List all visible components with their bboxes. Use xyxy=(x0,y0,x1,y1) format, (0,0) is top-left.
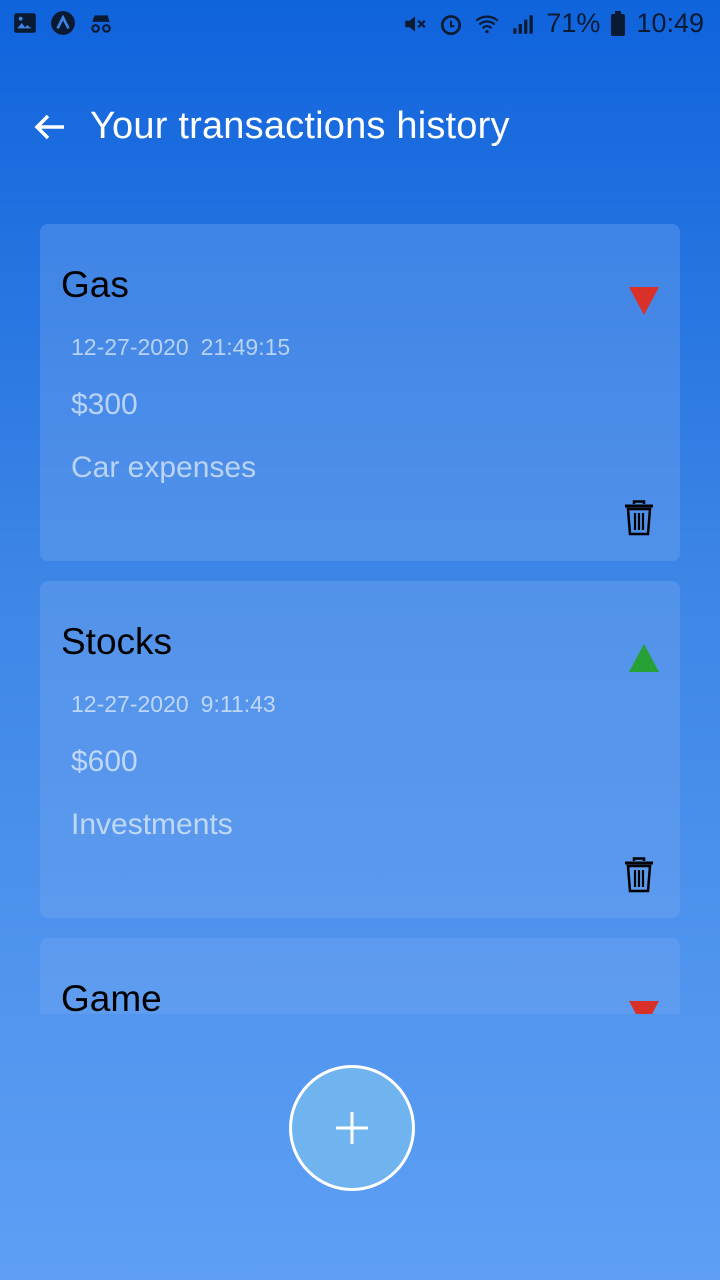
signal-icon xyxy=(513,14,534,34)
up-arrow-icon xyxy=(629,644,659,672)
transaction-time: 21:49:15 xyxy=(200,334,291,360)
battery-icon xyxy=(611,10,626,36)
alarm-icon xyxy=(441,14,462,35)
status-bar: 71% 10:49 xyxy=(0,0,720,50)
transaction-category: Investments xyxy=(71,808,233,841)
transaction-datetime: 12-27-2020 21:49:15 xyxy=(71,334,302,361)
transaction-name: Stocks xyxy=(61,621,173,662)
transaction-name: Gas xyxy=(61,264,129,305)
transaction-time: 9:11:43 xyxy=(200,691,276,717)
wifi-icon xyxy=(475,15,499,33)
mute-icon xyxy=(405,15,426,32)
battery-percent: 71% xyxy=(546,8,601,38)
incognito-icon xyxy=(91,15,111,33)
down-arrow-icon xyxy=(629,1001,659,1014)
page-title: Your transactions history xyxy=(90,105,510,147)
gallery-icon xyxy=(14,13,36,33)
clock: 10:49 xyxy=(636,8,704,38)
transaction-amount: $300 xyxy=(71,388,138,421)
transaction-amount: $600 xyxy=(71,745,138,778)
arrow-left-icon xyxy=(34,114,64,140)
app-a-icon xyxy=(51,11,75,35)
transaction-card[interactable]: Game xyxy=(40,938,680,1014)
transaction-card[interactable]: Gas 12-27-2020 21:49:15 $300 Car expenses xyxy=(40,224,680,561)
transactions-list[interactable]: Gas 12-27-2020 21:49:15 $300 Car expenses… xyxy=(40,224,680,1014)
trash-icon[interactable] xyxy=(623,500,655,536)
add-transaction-button[interactable] xyxy=(289,1065,415,1191)
back-button[interactable] xyxy=(30,107,70,147)
transaction-date: 12-27-2020 xyxy=(71,691,189,717)
transaction-name: Game xyxy=(61,978,162,1014)
transaction-datetime: 12-27-2020 9:11:43 xyxy=(71,691,288,718)
transaction-date: 12-27-2020 xyxy=(71,334,189,360)
transaction-category: Car expenses xyxy=(71,451,257,484)
plus-icon xyxy=(336,1112,368,1144)
transaction-card[interactable]: Stocks 12-27-2020 9:11:43 $600 Investment… xyxy=(40,581,680,918)
app-bar: Your transactions history xyxy=(0,95,720,165)
trash-icon[interactable] xyxy=(623,857,655,893)
down-arrow-icon xyxy=(629,287,659,315)
